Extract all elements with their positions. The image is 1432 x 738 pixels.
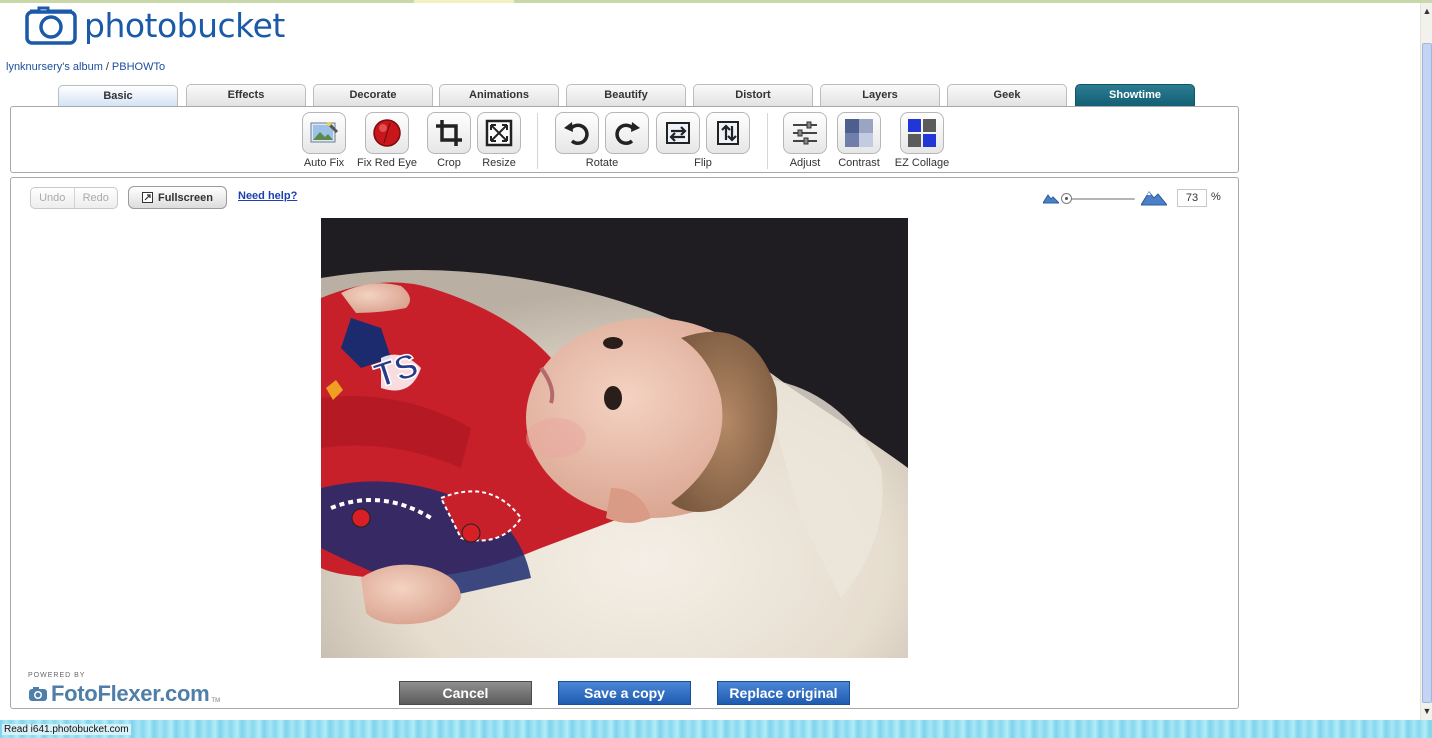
crop-label: Crop bbox=[437, 157, 461, 169]
crop-tool[interactable]: Crop bbox=[426, 112, 472, 169]
contrast-label: Contrast bbox=[838, 157, 880, 169]
tab-layers[interactable]: Layers bbox=[820, 84, 940, 106]
zoom-in-mountain-icon[interactable] bbox=[1141, 188, 1167, 206]
tab-effects[interactable]: Effects bbox=[186, 84, 306, 106]
tab-beautify[interactable]: Beautify bbox=[566, 84, 686, 106]
auto-fix-button[interactable] bbox=[302, 112, 346, 154]
editor-canvas-panel: Undo Redo Fullscreen Need help? 73 % TS … bbox=[10, 177, 1239, 709]
resize-tool[interactable]: Resize bbox=[476, 112, 522, 169]
fullscreen-label: Fullscreen bbox=[157, 191, 214, 204]
replace-original-button[interactable]: Replace original bbox=[717, 681, 850, 705]
tab-geek[interactable]: Geek bbox=[947, 84, 1067, 106]
scroll-up-icon[interactable]: ▲ bbox=[1422, 5, 1432, 17]
zoom-slider-track[interactable] bbox=[1063, 198, 1135, 200]
zoom-slider-thumb[interactable] bbox=[1061, 193, 1072, 204]
zoom-out-mountain-icon[interactable] bbox=[1043, 192, 1059, 204]
adjust-tool[interactable]: Adjust bbox=[781, 112, 829, 169]
status-text: Read i641.photobucket.com bbox=[2, 724, 131, 735]
tab-decorate[interactable]: Decorate bbox=[313, 84, 433, 106]
flip-vertical-icon bbox=[717, 121, 739, 145]
ez-collage-label: EZ Collage bbox=[894, 157, 950, 169]
logo-text: photobucket bbox=[84, 5, 285, 45]
rotate-tool: Rotate bbox=[552, 112, 652, 169]
contrast-button[interactable] bbox=[837, 112, 881, 154]
zoom-percent-sign: % bbox=[1211, 191, 1221, 203]
zoom-control: 73 % bbox=[1043, 188, 1223, 208]
undo-redo-group: Undo Redo bbox=[30, 187, 118, 209]
browser-status-bar: Read i641.photobucket.com bbox=[0, 720, 1432, 738]
breadcrumb-separator: / bbox=[105, 61, 109, 73]
fullscreen-icon bbox=[141, 192, 153, 203]
powered-by-fotoflexer[interactable]: POWERED BY FotoFlexer.com TM bbox=[28, 672, 220, 707]
rotate-right-button[interactable] bbox=[605, 112, 649, 154]
red-eye-icon bbox=[373, 119, 401, 147]
save-copy-button[interactable]: Save a copy bbox=[558, 681, 691, 705]
sliders-icon bbox=[793, 121, 817, 145]
photo-canvas[interactable]: TS bbox=[321, 218, 908, 658]
adjust-button[interactable] bbox=[783, 112, 827, 154]
undo-button[interactable]: Undo bbox=[31, 188, 74, 208]
contrast-icon bbox=[845, 119, 873, 147]
flip-horizontal-icon bbox=[666, 122, 690, 144]
breadcrumb-album-link[interactable]: lynknursery's album bbox=[6, 61, 103, 73]
fix-red-eye-label: Fix Red Eye bbox=[357, 157, 417, 169]
rotate-left-icon bbox=[564, 122, 589, 145]
resize-icon bbox=[485, 119, 513, 147]
breadcrumb: lynknursery's album / PBHOWTo bbox=[6, 61, 165, 73]
tab-basic[interactable]: Basic bbox=[58, 85, 178, 108]
rotate-left-button[interactable] bbox=[555, 112, 599, 154]
crop-icon bbox=[436, 120, 462, 146]
scroll-down-icon[interactable]: ▼ bbox=[1422, 705, 1432, 717]
rotate-label: Rotate bbox=[585, 157, 619, 169]
resize-label: Resize bbox=[482, 157, 516, 169]
fullscreen-button[interactable]: Fullscreen bbox=[128, 186, 227, 209]
tab-showtime[interactable]: Showtime bbox=[1075, 84, 1195, 106]
adjust-label: Adjust bbox=[789, 157, 821, 169]
toolbar-divider bbox=[537, 113, 538, 169]
fix-red-eye-button[interactable] bbox=[365, 112, 409, 154]
fotoflexer-camera-icon bbox=[29, 687, 47, 701]
flip-horizontal-button[interactable] bbox=[656, 112, 700, 154]
camera-logo-icon bbox=[25, 6, 77, 45]
vertical-scrollbar[interactable]: ▲ ▼ bbox=[1420, 3, 1432, 720]
auto-fix-label: Auto Fix bbox=[303, 157, 345, 169]
edited-photo: TS bbox=[321, 218, 908, 658]
photobucket-logo[interactable]: photobucket bbox=[24, 4, 285, 46]
tab-distort[interactable]: Distort bbox=[693, 84, 813, 106]
auto-fix-icon bbox=[310, 122, 339, 143]
powered-by-label: POWERED BY bbox=[28, 672, 86, 679]
cancel-button[interactable]: Cancel bbox=[399, 681, 532, 705]
need-help-link[interactable]: Need help? bbox=[238, 190, 297, 202]
contrast-tool[interactable]: Contrast bbox=[833, 112, 885, 169]
trademark-label: TM bbox=[211, 698, 221, 704]
auto-fix-tool[interactable]: Auto Fix bbox=[298, 112, 350, 169]
page-root: photobucket lynknursery's album / PBHOWTo … bbox=[0, 0, 1432, 738]
scrollbar-thumb[interactable] bbox=[1422, 43, 1432, 703]
tool-panel: Auto Fix Fix Red Eye Crop Resize Rotate … bbox=[10, 106, 1239, 173]
zoom-value-field[interactable]: 73 bbox=[1177, 189, 1207, 207]
breadcrumb-folder-link[interactable]: PBHOWTo bbox=[112, 61, 165, 73]
fix-red-eye-tool[interactable]: Fix Red Eye bbox=[354, 112, 420, 169]
fotoflexer-brand: FotoFlexer.com bbox=[51, 681, 210, 706]
ez-collage-button[interactable] bbox=[900, 112, 944, 154]
rotate-right-icon bbox=[615, 122, 640, 145]
flip-vertical-button[interactable] bbox=[706, 112, 750, 154]
redo-button[interactable]: Redo bbox=[73, 188, 118, 208]
resize-button[interactable] bbox=[477, 112, 521, 154]
flip-tool: Flip bbox=[655, 112, 751, 169]
collage-icon bbox=[908, 119, 936, 147]
ez-collage-tool[interactable]: EZ Collage bbox=[892, 112, 952, 169]
tab-animations[interactable]: Animations bbox=[439, 84, 559, 106]
loading-bar bbox=[0, 0, 1432, 3]
toolbar-divider bbox=[767, 113, 768, 169]
crop-button[interactable] bbox=[427, 112, 471, 154]
flip-label: Flip bbox=[694, 157, 712, 169]
